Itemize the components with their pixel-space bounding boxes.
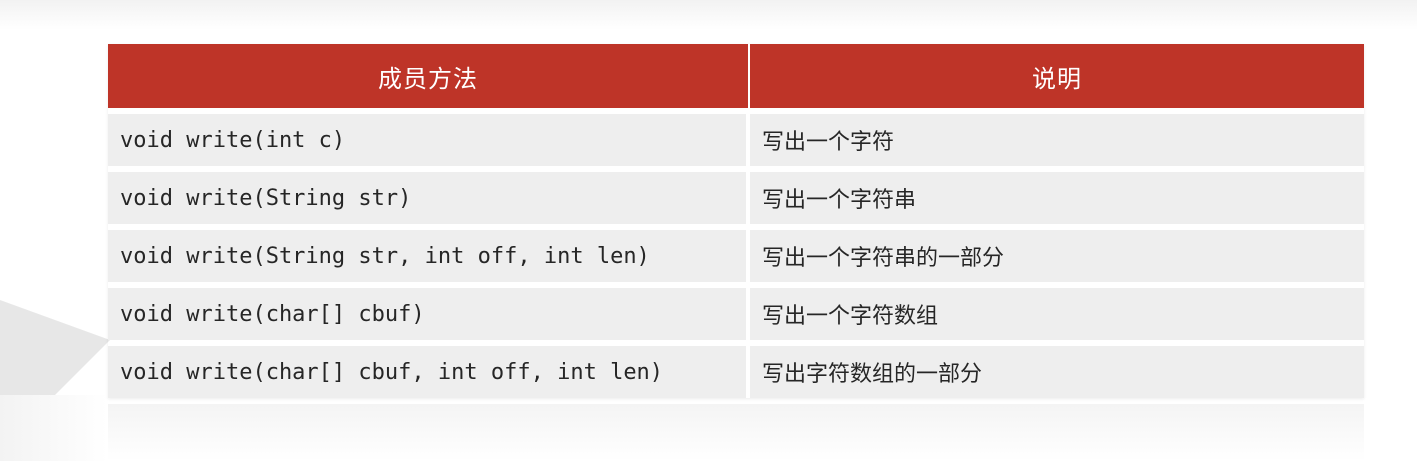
table-row: void write(String str) 写出一个字符串: [108, 172, 1364, 224]
table-row: void write(int c) 写出一个字符: [108, 114, 1364, 166]
decorative-shape: [0, 395, 108, 461]
method-cell: void write(char[] cbuf, int off, int len…: [108, 346, 750, 398]
description-cell: 写出一个字符: [762, 130, 895, 155]
header-method: 成员方法: [108, 44, 750, 108]
table-row: void write(String str, int off, int len)…: [108, 230, 1364, 282]
description-cell: 写出一个字符串: [762, 188, 917, 213]
decorative-fade: [108, 404, 1364, 461]
header-description: 说明: [1032, 64, 1082, 93]
methods-table: 成员方法 说明 void write(int c) 写出一个字符 void wr…: [108, 44, 1364, 398]
table-row: void write(char[] cbuf, int off, int len…: [108, 346, 1364, 398]
description-cell: 写出一个字符串的一部分: [762, 246, 1005, 271]
description-cell: 写出字符数组的一部分: [762, 362, 983, 387]
table-row: void write(char[] cbuf) 写出一个字符数组: [108, 288, 1364, 340]
description-cell: 写出一个字符数组: [762, 304, 939, 329]
method-cell: void write(String str): [108, 172, 750, 224]
table-header: 成员方法 说明: [108, 44, 1364, 108]
method-cell: void write(char[] cbuf): [108, 288, 750, 340]
method-cell: void write(int c): [108, 114, 750, 166]
slide: 成员方法 说明 void write(int c) 写出一个字符 void wr…: [0, 0, 1417, 461]
method-cell: void write(String str, int off, int len): [108, 230, 750, 282]
